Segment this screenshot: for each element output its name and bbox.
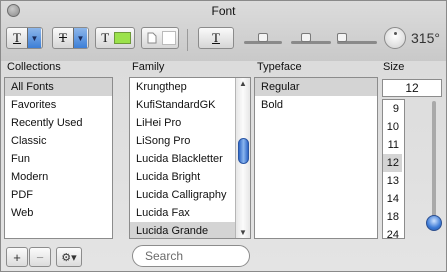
toolbar: T ▼ T ▼ T T 315°: [1, 21, 446, 57]
family-item[interactable]: Lucida Bright: [130, 168, 250, 186]
size-item[interactable]: 9: [383, 100, 402, 118]
action-menu-button[interactable]: ⚙▾: [56, 247, 82, 267]
underline-popup[interactable]: T ▼: [6, 27, 43, 49]
family-item[interactable]: Krungthep: [130, 78, 250, 96]
size-slider-knob[interactable]: [426, 215, 442, 231]
shadow-opacity-knob[interactable]: [258, 33, 268, 42]
shadow-angle-dial[interactable]: [384, 27, 406, 49]
window-title: Font: [211, 4, 236, 18]
title-bar: Font: [1, 1, 446, 21]
shadow-angle-value: 315°: [411, 30, 440, 46]
chevron-down-icon: ▼: [73, 28, 87, 48]
close-button[interactable]: [7, 4, 20, 17]
collection-item[interactable]: Modern: [5, 168, 112, 186]
collections-list: All Fonts Favorites Recently Used Classic Fu…: [4, 77, 113, 239]
family-item[interactable]: Lucida Fax: [130, 204, 250, 222]
size-header: Size: [383, 61, 405, 73]
collection-item[interactable]: Favorites: [5, 96, 112, 114]
collection-item[interactable]: Classic: [5, 132, 112, 150]
typeface-item[interactable]: Regular: [255, 78, 377, 96]
collection-item[interactable]: Web: [5, 204, 112, 222]
toolbar-divider: [187, 29, 188, 51]
shadow-blur-slider[interactable]: [291, 41, 331, 44]
collection-item[interactable]: Fun: [5, 150, 112, 168]
family-item[interactable]: KufiStandardGK: [130, 96, 250, 114]
scroll-down-icon[interactable]: ▼: [239, 228, 247, 237]
collections-header: Collections: [7, 61, 61, 73]
size-input[interactable]: 12: [382, 79, 442, 97]
collection-item[interactable]: PDF: [5, 186, 112, 204]
family-item[interactable]: Lucida Calligraphy: [130, 186, 250, 204]
font-panel-window: Font T ▼ T ▼ T T 315° Collections Family…: [0, 0, 447, 272]
size-slider[interactable]: [432, 101, 436, 221]
dial-indicator: [394, 32, 397, 35]
text-color-icon: T: [101, 30, 110, 45]
size-item[interactable]: 12: [383, 154, 402, 172]
family-list: Krungthep KufiStandardGK LiHei Pro LiSong P…: [129, 77, 251, 239]
shadow-blur-knob[interactable]: [301, 33, 311, 42]
family-scrollbar[interactable]: ▲ ▼: [235, 78, 250, 238]
add-collection-button[interactable]: +: [6, 247, 28, 267]
document-color-swatch: [162, 31, 176, 45]
size-item[interactable]: 10: [383, 118, 402, 136]
text-color-button[interactable]: T: [95, 27, 135, 49]
size-item[interactable]: 14: [383, 190, 402, 208]
strikethrough-popup[interactable]: T ▼: [52, 27, 89, 49]
family-item[interactable]: LiSong Pro: [130, 132, 250, 150]
size-list: 9 10 11 12 13 14 18 24: [382, 99, 402, 239]
family-item[interactable]: LiHei Pro: [130, 114, 250, 132]
shadow-offset-knob[interactable]: [337, 33, 347, 42]
text-color-swatch: [114, 32, 131, 44]
size-item[interactable]: 11: [383, 136, 402, 154]
size-list-edge: [402, 99, 405, 239]
remove-collection-button[interactable]: −: [29, 247, 51, 267]
typeface-item[interactable]: Bold: [255, 96, 377, 114]
collection-item[interactable]: All Fonts: [5, 78, 112, 96]
document-color-button[interactable]: [141, 27, 179, 49]
family-item[interactable]: Lucida Blackletter: [130, 150, 250, 168]
typeface-header: Typeface: [257, 61, 302, 73]
document-icon: [142, 28, 162, 48]
strikethrough-icon: T: [59, 30, 67, 45]
size-item[interactable]: 13: [383, 172, 402, 190]
size-item[interactable]: 24: [383, 226, 402, 238]
family-scroll-thumb[interactable]: [238, 138, 249, 164]
search-input[interactable]: Search: [132, 245, 250, 267]
text-shadow-button[interactable]: T: [198, 27, 234, 49]
typeface-list: Regular Bold: [254, 77, 378, 239]
family-item[interactable]: Lucida Grande: [130, 222, 250, 238]
chevron-down-icon: ▼: [27, 28, 41, 48]
text-shadow-icon: T: [212, 30, 220, 45]
size-item[interactable]: 18: [383, 208, 402, 226]
collection-item[interactable]: Recently Used: [5, 114, 112, 132]
underline-icon: T: [13, 30, 21, 45]
family-header: Family: [132, 61, 165, 73]
scroll-up-icon[interactable]: ▲: [239, 79, 247, 88]
